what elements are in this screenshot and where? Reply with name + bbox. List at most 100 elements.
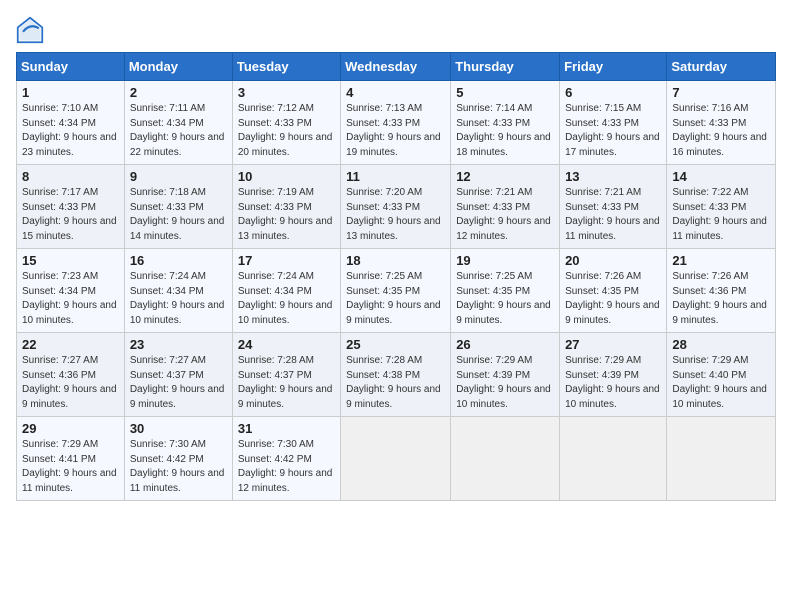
weekday-header-monday: Monday [124,53,232,81]
day-info: Sunrise: 7:25 AMSunset: 4:35 PMDaylight:… [456,271,551,326]
day-number: 9 [130,169,227,184]
day-cell: 2 Sunrise: 7:11 AMSunset: 4:34 PMDaylight… [124,81,232,165]
day-number: 15 [22,253,119,268]
day-cell: 31 Sunrise: 7:30 AMSunset: 4:42 PMDayligh… [232,417,340,501]
day-cell: 22 Sunrise: 7:27 AMSunset: 4:36 PMDayligh… [17,333,125,417]
weekday-header-row: SundayMondayTuesdayWednesdayThursdayFrid… [17,53,776,81]
weekday-header-wednesday: Wednesday [341,53,451,81]
day-number: 10 [238,169,335,184]
day-info: Sunrise: 7:15 AMSunset: 4:33 PMDaylight:… [565,103,660,158]
day-cell: 30 Sunrise: 7:30 AMSunset: 4:42 PMDayligh… [124,417,232,501]
day-number: 29 [22,421,119,436]
day-cell: 19 Sunrise: 7:25 AMSunset: 4:35 PMDayligh… [451,249,560,333]
day-cell: 29 Sunrise: 7:29 AMSunset: 4:41 PMDayligh… [17,417,125,501]
day-cell [341,417,451,501]
day-info: Sunrise: 7:20 AMSunset: 4:33 PMDaylight:… [346,187,441,242]
day-info: Sunrise: 7:27 AMSunset: 4:36 PMDaylight:… [22,355,117,410]
day-cell: 9 Sunrise: 7:18 AMSunset: 4:33 PMDaylight… [124,165,232,249]
day-number: 30 [130,421,227,436]
day-info: Sunrise: 7:16 AMSunset: 4:33 PMDaylight:… [672,103,767,158]
day-info: Sunrise: 7:29 AMSunset: 4:39 PMDaylight:… [456,355,551,410]
day-cell: 14 Sunrise: 7:22 AMSunset: 4:33 PMDayligh… [667,165,776,249]
day-number: 8 [22,169,119,184]
day-number: 20 [565,253,661,268]
day-cell [560,417,667,501]
weekday-header-saturday: Saturday [667,53,776,81]
week-row-3: 15 Sunrise: 7:23 AMSunset: 4:34 PMDayligh… [17,249,776,333]
day-info: Sunrise: 7:26 AMSunset: 4:35 PMDaylight:… [565,271,660,326]
week-row-4: 22 Sunrise: 7:27 AMSunset: 4:36 PMDayligh… [17,333,776,417]
day-cell: 8 Sunrise: 7:17 AMSunset: 4:33 PMDaylight… [17,165,125,249]
day-number: 5 [456,85,554,100]
day-cell [451,417,560,501]
day-number: 3 [238,85,335,100]
day-cell: 18 Sunrise: 7:25 AMSunset: 4:35 PMDayligh… [341,249,451,333]
day-cell: 10 Sunrise: 7:19 AMSunset: 4:33 PMDayligh… [232,165,340,249]
day-cell: 24Sunrise: 7:28 AMSunset: 4:37 PMDayligh… [232,333,340,417]
day-number: 28 [672,337,770,352]
day-number: 27 [565,337,661,352]
day-info: Sunrise: 7:28 AMSunset: 4:38 PMDaylight:… [346,355,441,410]
day-info: Sunrise: 7:19 AMSunset: 4:33 PMDaylight:… [238,187,333,242]
day-number: 23 [130,337,227,352]
day-number: 19 [456,253,554,268]
day-info: Sunrise: 7:21 AMSunset: 4:33 PMDaylight:… [456,187,551,242]
day-number: 13 [565,169,661,184]
day-cell: 26 Sunrise: 7:29 AMSunset: 4:39 PMDayligh… [451,333,560,417]
day-cell: 12 Sunrise: 7:21 AMSunset: 4:33 PMDayligh… [451,165,560,249]
day-info: Sunrise: 7:12 AMSunset: 4:33 PMDaylight:… [238,103,333,158]
weekday-header-thursday: Thursday [451,53,560,81]
day-info: Sunrise: 7:10 AMSunset: 4:34 PMDaylight:… [22,103,117,158]
day-info: Sunrise: 7:26 AMSunset: 4:36 PMDaylight:… [672,271,767,326]
weekday-header-tuesday: Tuesday [232,53,340,81]
week-row-5: 29 Sunrise: 7:29 AMSunset: 4:41 PMDayligh… [17,417,776,501]
day-number: 26 [456,337,554,352]
day-cell: 15 Sunrise: 7:23 AMSunset: 4:34 PMDayligh… [17,249,125,333]
day-cell [667,417,776,501]
day-info: Sunrise: 7:11 AMSunset: 4:34 PMDaylight:… [130,103,225,158]
header [16,16,776,44]
day-cell: 16Sunrise: 7:24 AMSunset: 4:34 PMDayligh… [124,249,232,333]
day-info: Sunrise: 7:25 AMSunset: 4:35 PMDaylight:… [346,271,441,326]
day-number: 14 [672,169,770,184]
day-info: Sunrise: 7:30 AMSunset: 4:42 PMDaylight:… [238,439,333,494]
day-cell: 27 Sunrise: 7:29 AMSunset: 4:39 PMDayligh… [560,333,667,417]
day-cell: 17Sunrise: 7:24 AMSunset: 4:34 PMDayligh… [232,249,340,333]
day-info: Sunrise: 7:17 AMSunset: 4:33 PMDaylight:… [22,187,117,242]
day-number: 24 [238,337,335,352]
day-info: Sunrise: 7:27 AMSunset: 4:37 PMDaylight:… [130,355,225,410]
day-number: 11 [346,169,445,184]
day-cell: 6Sunrise: 7:15 AMSunset: 4:33 PMDaylight… [560,81,667,165]
day-cell: 25 Sunrise: 7:28 AMSunset: 4:38 PMDayligh… [341,333,451,417]
day-cell: 21 Sunrise: 7:26 AMSunset: 4:36 PMDayligh… [667,249,776,333]
logo-icon [16,16,44,44]
week-row-2: 8 Sunrise: 7:17 AMSunset: 4:33 PMDaylight… [17,165,776,249]
day-info: Sunrise: 7:23 AMSunset: 4:34 PMDaylight:… [22,271,117,326]
weekday-header-sunday: Sunday [17,53,125,81]
day-info: Sunrise: 7:18 AMSunset: 4:33 PMDaylight:… [130,187,225,242]
logo [16,16,48,44]
day-number: 21 [672,253,770,268]
day-cell: 11 Sunrise: 7:20 AMSunset: 4:33 PMDayligh… [341,165,451,249]
day-number: 16 [130,253,227,268]
day-info: Sunrise: 7:22 AMSunset: 4:33 PMDaylight:… [672,187,767,242]
day-cell: 4Sunrise: 7:13 AMSunset: 4:33 PMDaylight… [341,81,451,165]
weekday-header-friday: Friday [560,53,667,81]
day-number: 12 [456,169,554,184]
day-cell: 1 Sunrise: 7:10 AMSunset: 4:34 PMDaylight… [17,81,125,165]
day-cell: 7Sunrise: 7:16 AMSunset: 4:33 PMDaylight… [667,81,776,165]
day-cell: 28 Sunrise: 7:29 AMSunset: 4:40 PMDayligh… [667,333,776,417]
day-info: Sunrise: 7:29 AMSunset: 4:40 PMDaylight:… [672,355,767,410]
day-number: 22 [22,337,119,352]
day-info: Sunrise: 7:29 AMSunset: 4:39 PMDaylight:… [565,355,660,410]
day-cell: 3 Sunrise: 7:12 AMSunset: 4:33 PMDaylight… [232,81,340,165]
day-info: Sunrise: 7:30 AMSunset: 4:42 PMDaylight:… [130,439,225,494]
day-number: 2 [130,85,227,100]
day-number: 31 [238,421,335,436]
day-number: 18 [346,253,445,268]
day-info: Sunrise: 7:29 AMSunset: 4:41 PMDaylight:… [22,439,117,494]
day-number: 25 [346,337,445,352]
day-cell: 13Sunrise: 7:21 AMSunset: 4:33 PMDayligh… [560,165,667,249]
day-info: Sunrise: 7:14 AMSunset: 4:33 PMDaylight:… [456,103,551,158]
day-number: 1 [22,85,119,100]
